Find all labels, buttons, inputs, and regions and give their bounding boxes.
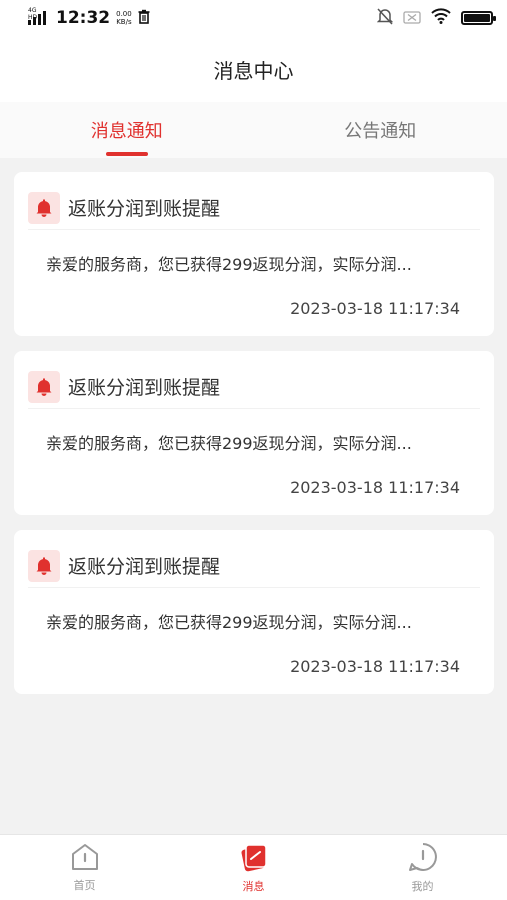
signal-icon: 4G HD: [28, 7, 46, 25]
nav-message[interactable]: 消息: [169, 835, 338, 900]
nav-message-label: 消息: [242, 879, 265, 893]
message-title: 返账分润到账提醒: [68, 556, 221, 578]
message-card[interactable]: 返账分润到账提醒 亲爱的服务商，您已获得299返现分润，实际分润... 2023…: [14, 530, 494, 694]
sim-disabled-icon: [403, 9, 421, 28]
bell-icon: [28, 191, 60, 224]
battery-icon: [461, 11, 496, 25]
status-bar: 4G HD 12:32 0.00 KB/s: [0, 0, 507, 36]
bell-icon: [28, 370, 60, 403]
bottom-nav: 首页 消息 我的: [0, 834, 507, 900]
wifi-icon: [431, 8, 451, 28]
tab-message-notice[interactable]: 消息通知: [0, 102, 254, 158]
message-body: 亲爱的服务商，您已获得299返现分润，实际分润...: [46, 434, 412, 453]
message-time: 2023-03-18 11:17:34: [290, 657, 460, 676]
page-header: 消息中心: [0, 36, 507, 102]
page-title: 消息中心: [213, 58, 294, 83]
message-body: 亲爱的服务商，您已获得299返现分润，实际分润...: [46, 613, 412, 632]
speed-unit: KB/s: [116, 18, 132, 26]
message-header: 返账分润到账提醒: [28, 544, 480, 588]
message-body: 亲爱的服务商，您已获得299返现分润，实际分润...: [46, 255, 412, 274]
home-icon: [70, 843, 100, 874]
message-card[interactable]: 返账分润到账提醒 亲爱的服务商，您已获得299返现分润，实际分润... 2023…: [14, 351, 494, 515]
nav-home-label: 首页: [73, 878, 96, 892]
nav-profile-label: 我的: [411, 879, 434, 893]
nav-home[interactable]: 首页: [0, 835, 169, 900]
trash-icon: [138, 9, 150, 28]
message-card[interactable]: 返账分润到账提醒 亲爱的服务商，您已获得299返现分润，实际分润... 2023…: [14, 172, 494, 336]
message-icon: [239, 842, 269, 875]
nav-profile[interactable]: 我的: [338, 835, 507, 900]
speed-value: 0.00: [116, 10, 132, 18]
message-title: 返账分润到账提醒: [68, 198, 221, 220]
message-header: 返账分润到账提醒: [28, 186, 480, 230]
tab-announcement-notice[interactable]: 公告通知: [254, 102, 507, 158]
message-time: 2023-03-18 11:17:34: [290, 299, 460, 318]
status-right: [376, 7, 496, 29]
network-type: 4G HD: [28, 7, 38, 21]
message-header: 返账分润到账提醒: [28, 365, 480, 409]
bell-muted-icon: [376, 7, 394, 29]
profile-icon: [408, 842, 438, 875]
message-list: 返账分润到账提醒 亲爱的服务商，您已获得299返现分润，实际分润... 2023…: [14, 172, 494, 709]
bell-icon: [28, 549, 60, 582]
message-title: 返账分润到账提醒: [68, 377, 221, 399]
status-time: 12:32: [56, 8, 111, 28]
message-time: 2023-03-18 11:17:34: [290, 478, 460, 497]
tab-bar: 消息通知 公告通知: [0, 102, 507, 158]
status-left: 4G HD 12:32 0.00 KB/s: [28, 7, 150, 28]
network-speed: 0.00 KB/s: [116, 10, 132, 26]
